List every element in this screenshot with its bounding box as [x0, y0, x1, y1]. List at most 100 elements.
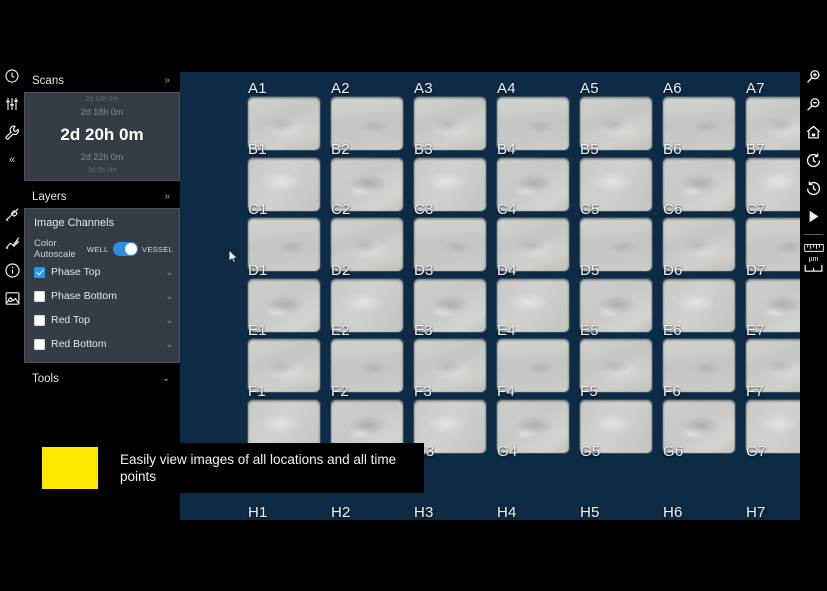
autoscale-label-line1: Color — [34, 238, 57, 249]
well-label: E3 — [414, 322, 433, 339]
well-label: G6 — [663, 443, 684, 460]
zoom-in-icon[interactable] — [800, 62, 827, 90]
well-cell[interactable]: H4 — [497, 503, 569, 521]
scan-item[interactable]: 3d 0h 0m — [25, 165, 179, 176]
chevron-down-icon[interactable]: ⌄ — [165, 339, 173, 349]
well-label: D5 — [580, 261, 600, 279]
well-label: H2 — [331, 503, 351, 520]
home-icon[interactable] — [800, 118, 827, 146]
well-cell[interactable]: H7 — [746, 505, 800, 521]
well-label: F7 — [746, 382, 764, 400]
chart-gear-icon[interactable] — [0, 200, 24, 228]
scan-item-selected[interactable]: 2d 20h 0m — [25, 120, 179, 150]
wrench-icon[interactable] — [0, 118, 24, 146]
channel-row[interactable]: Red Top ⌄ — [25, 308, 179, 332]
chevron-collapse-icon[interactable]: » — [164, 76, 170, 86]
well-label: B7 — [746, 140, 765, 158]
chevron-collapse-icon[interactable]: » — [164, 192, 170, 202]
well-cell[interactable]: H5 — [580, 505, 652, 521]
clock-icon[interactable] — [0, 62, 24, 90]
right-toolbar[interactable]: µm — [800, 62, 827, 532]
caption-overlay: Easily view images of all locations and … — [37, 443, 424, 493]
chevron-down-icon[interactable]: ⌄ — [162, 374, 170, 384]
left-toolbar[interactable]: « — [0, 62, 24, 532]
channel-label: Red Top — [51, 314, 90, 326]
channel-checkbox[interactable] — [34, 338, 45, 350]
color-autoscale-row: Color Autoscale WELL VESSEL — [25, 238, 179, 260]
chevron-down-icon[interactable]: ⌄ — [165, 267, 173, 277]
well-cell[interactable]: H3 — [414, 503, 486, 521]
channel-row[interactable]: Phase Bottom ⌄ — [25, 284, 179, 308]
layers-panel-header[interactable]: Layers » — [24, 186, 180, 208]
well-label: E5 — [580, 322, 599, 339]
autoscale-toggle[interactable] — [112, 242, 139, 256]
rail-spacer — [0, 174, 24, 200]
well-label: F3 — [414, 382, 432, 400]
well-label: H3 — [414, 503, 434, 520]
well-label: D4 — [497, 261, 517, 279]
well-cell[interactable]: H2 — [331, 503, 403, 521]
scale-bar: µm — [803, 256, 824, 275]
well-label: B6 — [663, 140, 682, 158]
info-circle-icon[interactable] — [0, 256, 24, 284]
autoscale-label-line2: Autoscale — [34, 249, 76, 260]
play-icon[interactable] — [800, 202, 827, 230]
well-label: B4 — [497, 140, 516, 158]
clock-forward-icon[interactable] — [800, 146, 827, 174]
well-label: A7 — [746, 80, 765, 97]
scale-bar-label: µm — [808, 256, 819, 263]
collapse-left-icon[interactable]: « — [0, 146, 24, 174]
sliders-icon[interactable] — [0, 90, 24, 118]
scans-panel-header[interactable]: Scans » — [24, 70, 180, 92]
channel-row[interactable]: Red Bottom ⌄ — [25, 332, 179, 356]
scans-panel-title: Scans — [32, 75, 64, 87]
well-label: C6 — [663, 201, 683, 218]
tools-panel-header[interactable]: Tools ⌄ — [24, 368, 180, 390]
well-label: D6 — [663, 261, 683, 279]
well-label: C1 — [248, 201, 268, 218]
well-label: C4 — [497, 201, 517, 218]
well-cell[interactable]: H6 — [663, 503, 735, 521]
well-label: B2 — [331, 140, 350, 158]
chart-pen-icon[interactable] — [0, 228, 24, 256]
well-label: H4 — [497, 503, 517, 520]
caption-color-swatch — [42, 447, 98, 489]
mouse-cursor — [228, 249, 239, 264]
toggle-knob — [125, 243, 138, 255]
well-label: A6 — [663, 80, 682, 97]
scan-item[interactable]: 2d 22h 0m — [25, 150, 179, 165]
well-label: E1 — [248, 322, 267, 339]
well-label: A1 — [248, 80, 267, 97]
well-label: D7 — [746, 261, 766, 279]
well-label: E7 — [746, 322, 765, 339]
well-label: F6 — [663, 382, 681, 400]
channel-checkbox[interactable] — [34, 290, 45, 302]
well-label: A3 — [414, 80, 433, 97]
well-label: H6 — [663, 503, 683, 520]
channel-row[interactable]: Phase Top ⌄ — [25, 260, 179, 284]
well-label: A2 — [331, 80, 350, 97]
image-settings-icon[interactable] — [0, 284, 24, 312]
ruler-icon[interactable] — [800, 240, 827, 256]
zoom-out-icon[interactable] — [800, 90, 827, 118]
well-cell[interactable]: H1 — [248, 505, 320, 521]
well-label: F5 — [580, 382, 598, 400]
well-label: A5 — [580, 80, 599, 97]
clock-back-icon[interactable] — [800, 174, 827, 202]
channel-checkbox[interactable] — [34, 266, 45, 278]
scan-item[interactable]: 2d 18h 0m — [25, 105, 179, 120]
chevron-down-icon[interactable]: ⌄ — [165, 315, 173, 325]
channel-label: Phase Bottom — [51, 290, 117, 302]
well-label: D3 — [414, 261, 434, 279]
app-root: A1 A2 A3 A4 A5 A6 A7 B1 B2 B3 B4 B5 B6 B7 C1 C2 C3 C4 C5 C6… — [0, 0, 827, 591]
channel-checkbox[interactable] — [34, 314, 45, 326]
scan-time-list[interactable]: 2d 16h 0m 2d 18h 0m 2d 20h 0m 2d 22h 0m 3d 0… — [24, 92, 180, 181]
scan-item[interactable]: 2d 16h 0m — [25, 94, 179, 105]
layers-panel-title: Layers — [32, 191, 67, 203]
well-label: F2 — [331, 382, 349, 400]
well-label: C7 — [746, 201, 766, 218]
color-autoscale-label: Color Autoscale — [34, 238, 87, 260]
well-label: D2 — [331, 261, 351, 279]
left-panel-stack: Scans » 2d 16h 0m 2d 18h 0m 2d 20h 0m 2d 22… — [24, 70, 180, 390]
chevron-down-icon[interactable]: ⌄ — [165, 291, 173, 301]
